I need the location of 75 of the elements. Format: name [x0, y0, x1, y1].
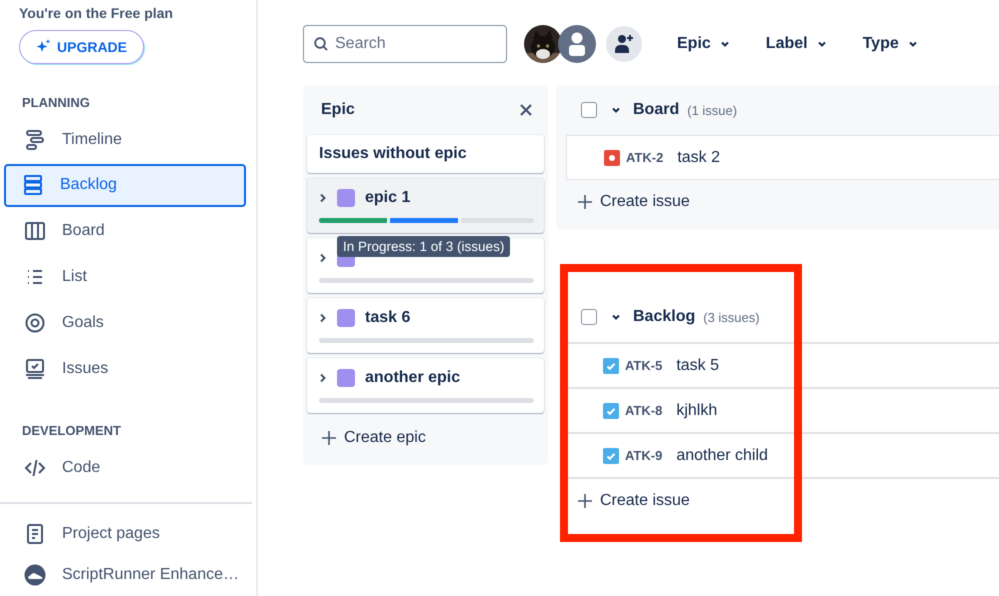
filter-dropdown[interactable]: Epic — [669, 28, 738, 60]
nav-item[interactable]: Goals — [4, 301, 246, 345]
chevron-down-icon — [908, 39, 918, 49]
nav-item[interactable]: Issues — [4, 347, 246, 390]
create-issue-button[interactable]: Create issue — [566, 479, 696, 523]
tooltip: In Progress: 1 of 3 (issues) — [337, 236, 510, 257]
search-field[interactable]: Search — [303, 25, 507, 63]
checkbox[interactable] — [581, 309, 597, 325]
issue-summary: kjhlkh — [676, 402, 718, 420]
chevron-right-icon[interactable] — [319, 253, 327, 263]
pages-icon — [24, 523, 46, 546]
nav-item[interactable]: Project pages — [4, 514, 246, 555]
epic-color-icon — [337, 189, 355, 207]
chevron-right-icon[interactable] — [319, 373, 327, 383]
epic-color-icon — [337, 369, 355, 387]
plus-icon — [578, 494, 592, 508]
chevron-right-icon[interactable] — [319, 313, 327, 323]
nav-item[interactable]: List — [4, 255, 246, 299]
collapse-icon — [611, 312, 621, 322]
section-heading: DEVELOPMENT — [22, 422, 122, 438]
section-title: Backlog — [633, 308, 696, 326]
issue-count: (3 issues) — [703, 310, 760, 324]
collapse-icon — [611, 105, 621, 115]
panel-title: Epic — [321, 101, 355, 119]
filter-dropdown[interactable]: Type — [854, 28, 926, 60]
epic-filter-item[interactable]: Issues without epic — [307, 135, 544, 173]
issue-key: ATK-8 — [625, 403, 662, 418]
issues-icon — [24, 358, 46, 380]
close-icon[interactable] — [520, 104, 532, 116]
nav-item[interactable]: Timeline — [4, 118, 246, 162]
nav-item[interactable]: Code — [4, 446, 246, 490]
avatar-icon[interactable] — [558, 25, 596, 63]
nav-item[interactable]: ScriptRunner Enhance… — [4, 554, 246, 596]
timeline-icon — [24, 128, 46, 151]
epic-name: epic 1 — [365, 189, 410, 207]
chevron-down-icon — [720, 39, 730, 49]
create-issue-button[interactable]: Create issue — [566, 180, 696, 224]
chevron-right-icon[interactable] — [319, 193, 327, 203]
epic-card[interactable]: another epic — [307, 358, 544, 413]
epic-name: task 6 — [365, 309, 410, 327]
issue-row[interactable]: ATK-2 task 2 — [567, 136, 999, 179]
section-heading: PLANNING — [22, 94, 91, 110]
goals-icon — [24, 312, 46, 334]
epic-card[interactable]: task 6 — [307, 298, 544, 353]
task-icon — [603, 358, 619, 374]
backlog-icon — [22, 174, 44, 196]
upgrade-button[interactable]: UPGRADE — [19, 30, 144, 64]
issue-key: ATK-5 — [625, 358, 662, 373]
plus-icon — [322, 431, 336, 445]
epic-color-icon — [337, 309, 355, 327]
filter-dropdown[interactable]: Label — [758, 28, 835, 60]
board-icon — [24, 220, 46, 242]
sparkle-icon — [36, 39, 51, 54]
section-title: Board — [633, 101, 680, 119]
plan-note: You're on the Free plan — [19, 5, 174, 21]
checkbox[interactable] — [581, 102, 597, 118]
issue-row[interactable]: ATK-5 task 5 — [566, 344, 999, 389]
issue-summary: another child — [676, 446, 768, 464]
create-epic-button[interactable]: Create epic — [322, 429, 426, 447]
issue-count: (1 issue) — [687, 102, 738, 118]
task-icon — [603, 402, 619, 418]
bug-icon — [604, 150, 620, 166]
plus-icon — [578, 195, 592, 209]
issue-summary: task 5 — [676, 356, 719, 374]
issue-row[interactable]: ATK-8 kjhlkh — [566, 389, 999, 434]
nav-item[interactable]: Backlog — [4, 164, 246, 208]
chevron-down-icon — [816, 39, 827, 49]
issue-key: ATK-2 — [626, 150, 664, 165]
add-person-icon[interactable] — [606, 26, 642, 62]
issue-key: ATK-9 — [625, 448, 662, 463]
issue-summary: task 2 — [677, 148, 720, 166]
issue-row[interactable]: ATK-9 another child — [566, 434, 999, 479]
epic-name: another epic — [365, 369, 460, 387]
task-icon — [603, 448, 619, 464]
nav-item[interactable]: Board — [4, 210, 246, 253]
